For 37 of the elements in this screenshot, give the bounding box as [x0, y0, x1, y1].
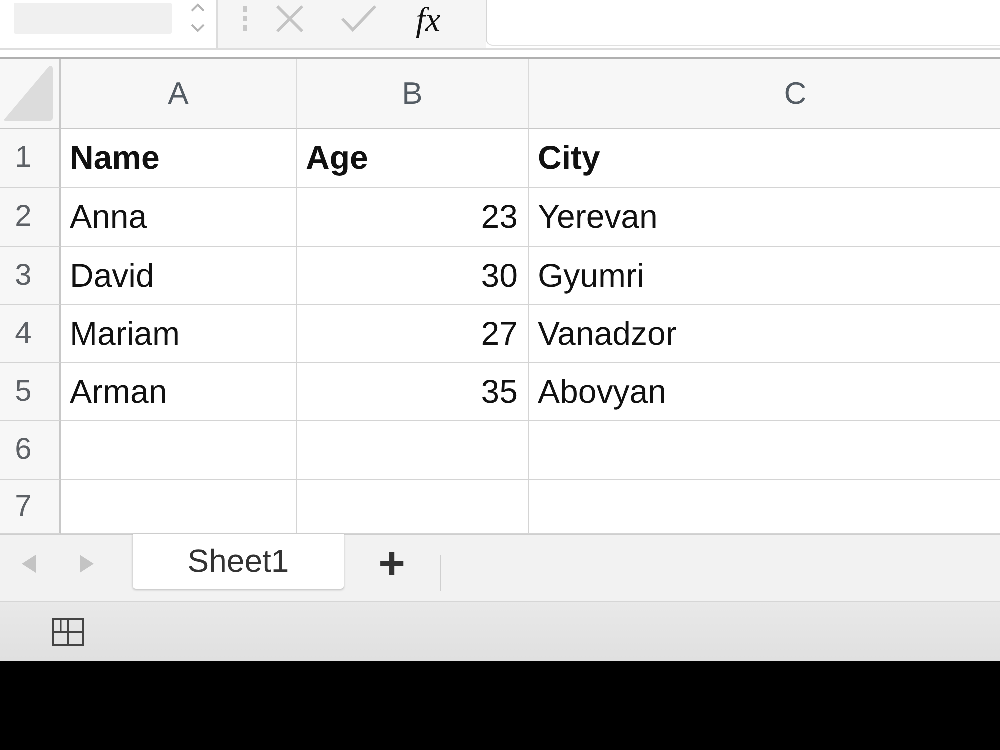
checkmark-icon[interactable]	[341, 5, 377, 32]
table-cell: Vanadzor	[529, 305, 1000, 363]
x-mark-icon[interactable]	[276, 5, 304, 33]
add-sheet-button[interactable]: +	[344, 535, 440, 591]
row-header[interactable]: 5	[0, 363, 61, 421]
triangle-icon[interactable]	[3, 66, 53, 121]
function-button[interactable]: fx	[414, 0, 443, 42]
sheet-tab[interactable]: Sheet1	[133, 534, 344, 589]
column-header[interactable]: C	[529, 59, 1000, 129]
table-cell: 27	[297, 305, 529, 363]
table-cell: Age	[297, 129, 529, 188]
formula-input[interactable]	[486, 0, 1000, 46]
table-cell: Name	[61, 129, 297, 188]
table-cell: 23	[297, 188, 529, 247]
row-header[interactable]: 3	[0, 247, 61, 305]
column-header[interactable]: A	[61, 59, 297, 129]
table-cell: 30	[297, 247, 529, 305]
up-down-chevron-icon[interactable]	[190, 2, 206, 34]
table-cell: City	[529, 129, 1000, 188]
column-header[interactable]: B	[297, 59, 529, 129]
row-header[interactable]: 4	[0, 305, 61, 363]
table-cell: Arman	[61, 363, 297, 421]
table-cell: Gyumri	[529, 247, 1000, 305]
row-header[interactable]: 2	[0, 188, 61, 247]
table-cell: Yerevan	[529, 188, 1000, 247]
grip-dots-icon	[243, 6, 247, 31]
row-header[interactable]: 6	[0, 421, 61, 480]
row-header[interactable]: 7	[0, 480, 61, 534]
grid-icon[interactable]	[52, 618, 84, 646]
left-triangle-icon[interactable]	[22, 555, 36, 573]
table-cell: Mariam	[61, 305, 297, 363]
right-triangle-icon[interactable]	[80, 555, 94, 573]
table-cell: Abovyan	[529, 363, 1000, 421]
table-cell: Anna	[61, 188, 297, 247]
table-cell: David	[61, 247, 297, 305]
row-header[interactable]: 1	[0, 129, 61, 188]
table-cell: 35	[297, 363, 529, 421]
